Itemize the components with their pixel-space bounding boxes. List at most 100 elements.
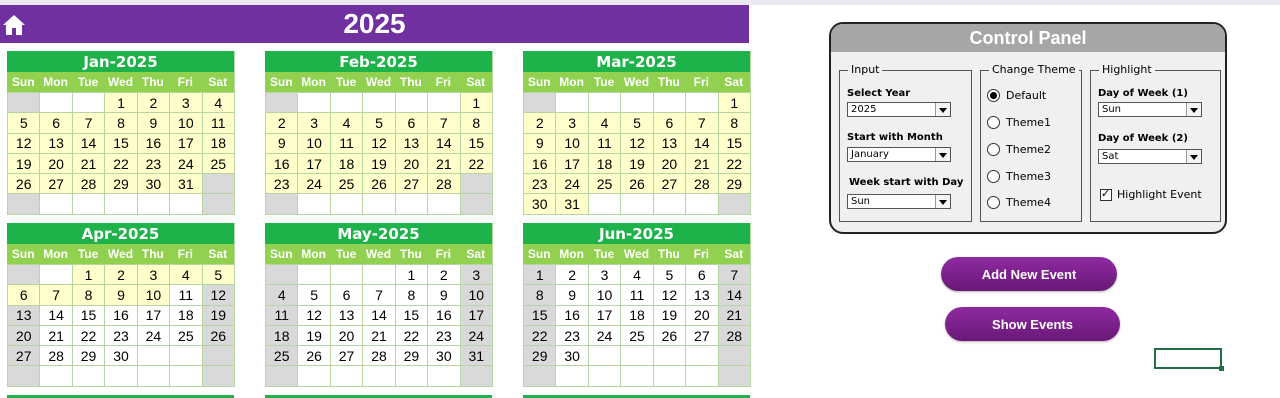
day-cell[interactable]: 18 bbox=[169, 304, 202, 325]
day-cell[interactable]: 20 bbox=[39, 152, 72, 174]
day-cell[interactable]: 5 bbox=[201, 264, 234, 285]
day-cell[interactable]: 28 bbox=[71, 173, 105, 194]
day-cell[interactable]: 11 bbox=[169, 284, 202, 305]
week-start-dropdown[interactable]: Sun bbox=[847, 194, 951, 209]
day-cell[interactable]: 12 bbox=[362, 132, 395, 153]
day-cell[interactable] bbox=[459, 193, 492, 214]
day-cell[interactable]: 18 bbox=[620, 304, 653, 325]
day-cell[interactable] bbox=[265, 193, 298, 214]
radio-icon[interactable] bbox=[987, 143, 1000, 156]
day-cell[interactable] bbox=[265, 92, 298, 113]
day-cell[interactable]: 14 bbox=[717, 284, 750, 305]
day-cell[interactable]: 16 bbox=[555, 304, 588, 325]
day-cell[interactable]: 1 bbox=[394, 264, 428, 285]
day-cell[interactable]: 28 bbox=[427, 173, 460, 194]
day-cell[interactable]: 16 bbox=[104, 304, 137, 325]
day-cell[interactable]: 25 bbox=[201, 152, 234, 174]
day-cell[interactable]: 12 bbox=[201, 284, 234, 305]
day-cell[interactable]: 11 bbox=[587, 132, 621, 153]
day-cell[interactable]: 3 bbox=[169, 92, 202, 113]
chevron-down-icon[interactable] bbox=[935, 195, 950, 208]
day-cell[interactable]: 9 bbox=[104, 284, 137, 305]
day-cell[interactable]: 21 bbox=[39, 324, 72, 346]
day-cell[interactable]: 27 bbox=[685, 324, 718, 346]
day-cell[interactable]: 26 bbox=[297, 345, 330, 366]
day-cell[interactable] bbox=[7, 365, 40, 386]
day-cell[interactable] bbox=[297, 193, 330, 214]
day-cell[interactable]: 22 bbox=[394, 324, 428, 346]
day-cell[interactable]: 27 bbox=[7, 345, 40, 366]
day-cell[interactable] bbox=[7, 92, 40, 113]
day-cell[interactable]: 14 bbox=[685, 132, 718, 153]
day-cell[interactable]: 10 bbox=[459, 284, 492, 305]
day-cell[interactable]: 4 bbox=[329, 112, 363, 133]
day-cell[interactable]: 12 bbox=[652, 284, 686, 305]
day-cell[interactable]: 13 bbox=[394, 132, 428, 153]
radio-icon[interactable] bbox=[987, 116, 1000, 129]
day-cell[interactable] bbox=[39, 365, 72, 386]
day-cell[interactable]: 9 bbox=[523, 132, 556, 153]
theme-option-theme4[interactable]: Theme4 bbox=[987, 196, 1051, 209]
day-cell[interactable]: 16 bbox=[523, 152, 556, 174]
day-cell[interactable]: 27 bbox=[652, 173, 686, 194]
day-cell[interactable]: 30 bbox=[427, 345, 460, 366]
chevron-down-icon[interactable] bbox=[1186, 103, 1201, 116]
day-cell[interactable]: 30 bbox=[523, 193, 556, 214]
day-cell[interactable]: 11 bbox=[329, 132, 363, 153]
day-cell[interactable] bbox=[297, 365, 330, 386]
day-cell[interactable] bbox=[459, 365, 492, 386]
day-cell[interactable] bbox=[427, 193, 460, 214]
day-cell[interactable]: 4 bbox=[587, 112, 621, 133]
radio-icon[interactable] bbox=[987, 170, 1000, 183]
day-cell[interactable]: 21 bbox=[427, 152, 460, 174]
theme-option-theme1[interactable]: Theme1 bbox=[987, 116, 1051, 129]
day-cell[interactable]: 8 bbox=[459, 112, 492, 133]
day-cell[interactable]: 20 bbox=[329, 324, 363, 346]
day-cell[interactable]: 18 bbox=[329, 152, 363, 174]
day-cell[interactable] bbox=[201, 173, 234, 194]
day-cell[interactable] bbox=[685, 92, 718, 113]
day-cell[interactable] bbox=[362, 193, 395, 214]
chevron-down-icon[interactable] bbox=[1186, 150, 1201, 163]
day-cell[interactable]: 5 bbox=[297, 284, 330, 305]
day-cell[interactable]: 1 bbox=[459, 92, 492, 113]
day-cell[interactable]: 17 bbox=[136, 304, 170, 325]
day-cell[interactable]: 21 bbox=[362, 324, 395, 346]
dow1-dropdown[interactable]: Sun bbox=[1098, 102, 1202, 117]
day-cell[interactable]: 17 bbox=[169, 132, 202, 153]
day-cell[interactable]: 23 bbox=[136, 152, 170, 174]
day-cell[interactable]: 29 bbox=[104, 173, 137, 194]
day-cell[interactable] bbox=[587, 365, 621, 386]
day-cell[interactable]: 20 bbox=[394, 152, 428, 174]
day-cell[interactable]: 26 bbox=[620, 173, 653, 194]
day-cell[interactable]: 26 bbox=[201, 324, 234, 346]
day-cell[interactable] bbox=[169, 345, 202, 366]
day-cell[interactable]: 5 bbox=[620, 112, 653, 133]
day-cell[interactable] bbox=[136, 365, 170, 386]
day-cell[interactable] bbox=[329, 365, 363, 386]
day-cell[interactable]: 8 bbox=[523, 284, 556, 305]
day-cell[interactable]: 15 bbox=[394, 304, 428, 325]
day-cell[interactable]: 15 bbox=[717, 132, 750, 153]
day-cell[interactable] bbox=[362, 92, 395, 113]
day-cell[interactable]: 18 bbox=[265, 324, 298, 346]
day-cell[interactable]: 9 bbox=[555, 284, 588, 305]
day-cell[interactable] bbox=[620, 92, 653, 113]
day-cell[interactable]: 10 bbox=[587, 284, 621, 305]
day-cell[interactable]: 24 bbox=[297, 173, 330, 194]
day-cell[interactable]: 24 bbox=[169, 152, 202, 174]
day-cell[interactable]: 24 bbox=[587, 324, 621, 346]
day-cell[interactable]: 6 bbox=[394, 112, 428, 133]
highlight-event-checkbox[interactable]: Highlight Event bbox=[1100, 187, 1202, 201]
day-cell[interactable] bbox=[169, 193, 202, 214]
day-cell[interactable]: 29 bbox=[394, 345, 428, 366]
day-cell[interactable]: 15 bbox=[459, 132, 492, 153]
day-cell[interactable]: 16 bbox=[427, 304, 460, 325]
day-cell[interactable]: 6 bbox=[329, 284, 363, 305]
day-cell[interactable] bbox=[39, 264, 72, 285]
day-cell[interactable]: 29 bbox=[71, 345, 105, 366]
day-cell[interactable] bbox=[71, 92, 105, 113]
day-cell[interactable]: 3 bbox=[459, 264, 492, 285]
selected-cell[interactable] bbox=[1154, 348, 1224, 371]
day-cell[interactable] bbox=[201, 193, 234, 214]
